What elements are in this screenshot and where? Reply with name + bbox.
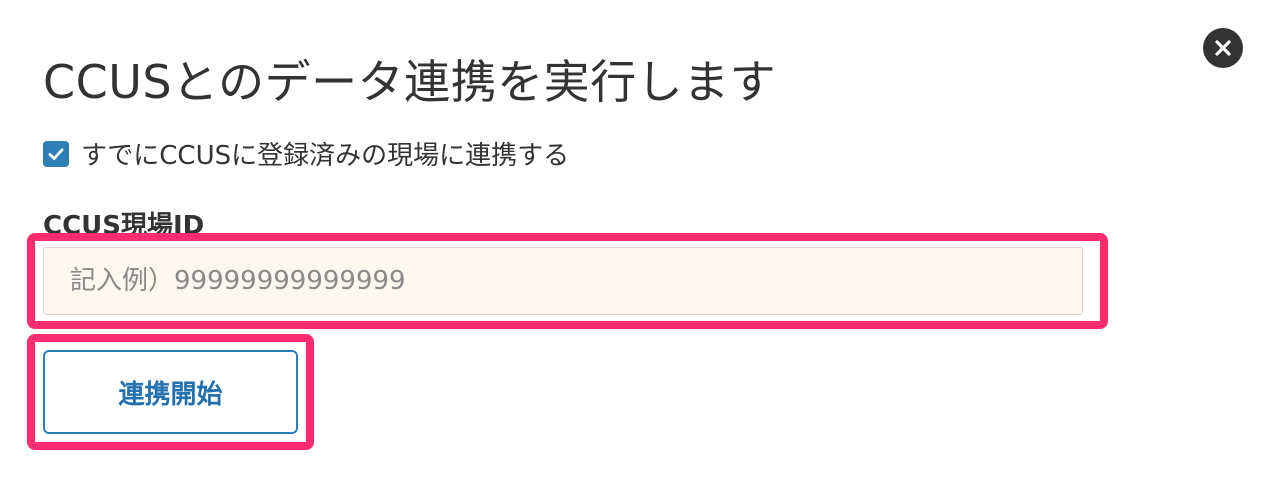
site-id-input[interactable]: [43, 247, 1083, 315]
link-existing-site-option[interactable]: すでにCCUSに登録済みの現場に連携する: [43, 135, 569, 172]
close-button[interactable]: [1203, 28, 1243, 68]
link-existing-site-checkbox[interactable]: [43, 140, 69, 167]
close-icon: [1215, 40, 1231, 56]
start-link-button[interactable]: 連携開始: [43, 350, 298, 434]
dialog-title: CCUSとのデータ連携を実行します: [43, 55, 777, 109]
link-existing-site-label: すでにCCUSに登録済みの現場に連携する: [81, 141, 570, 171]
ccus-link-dialog: CCUSとのデータ連携を実行します すでにCCUSに登録済みの現場に連携する C…: [0, 0, 1269, 478]
checkmark-icon: [48, 147, 64, 160]
